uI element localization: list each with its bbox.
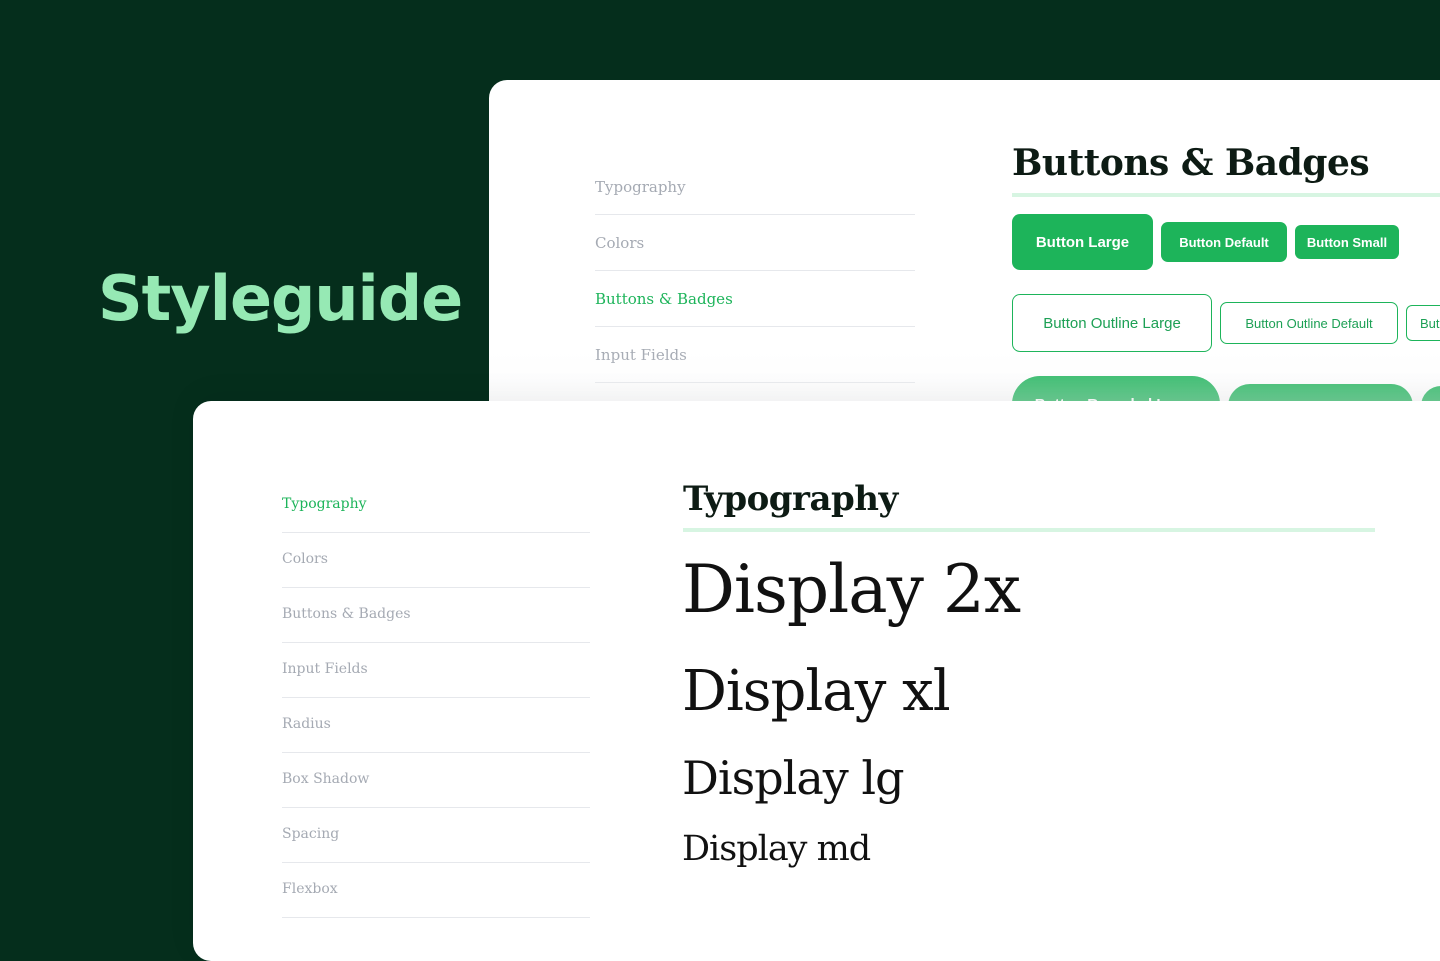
- button-large[interactable]: Button Large: [1012, 214, 1153, 270]
- button-small[interactable]: Button Small: [1295, 225, 1399, 259]
- section-divider: [683, 528, 1375, 532]
- display-xl-sample: Display xl: [682, 659, 951, 724]
- nav-item-typography[interactable]: Typography: [282, 478, 590, 533]
- styleguide-title: Styleguide: [98, 262, 463, 335]
- button-outline-default[interactable]: Button Outline Default: [1220, 302, 1398, 344]
- button-outline-small[interactable]: But: [1406, 305, 1440, 341]
- nav-item-box-shadow[interactable]: Box Shadow: [282, 753, 590, 808]
- section-divider: [1012, 193, 1440, 197]
- nav-item-input-fields[interactable]: Input Fields: [595, 327, 915, 383]
- nav-item-spacing[interactable]: Spacing: [282, 808, 590, 863]
- display-2x-sample: Display 2x: [682, 551, 1021, 628]
- section-title-typography: Typography: [683, 479, 898, 519]
- nav-item-colors[interactable]: Colors: [595, 215, 915, 271]
- front-card-nav: Typography Colors Buttons & Badges Input…: [282, 478, 590, 918]
- nav-item-typography[interactable]: Typography: [595, 159, 915, 215]
- nav-item-flexbox[interactable]: Flexbox: [282, 863, 590, 918]
- button-outline-large[interactable]: Button Outline Large: [1012, 294, 1212, 352]
- display-md-sample: Display md: [682, 829, 871, 869]
- nav-item-input-fields[interactable]: Input Fields: [282, 643, 590, 698]
- nav-item-buttons-badges[interactable]: Buttons & Badges: [282, 588, 590, 643]
- nav-item-radius[interactable]: Radius: [282, 698, 590, 753]
- section-title-buttons-badges: Buttons & Badges: [1012, 142, 1370, 184]
- back-card-nav: Typography Colors Buttons & Badges Input…: [595, 159, 915, 383]
- nav-item-buttons-badges[interactable]: Buttons & Badges: [595, 271, 915, 327]
- display-lg-sample: Display lg: [682, 751, 905, 805]
- button-default[interactable]: Button Default: [1161, 222, 1287, 262]
- typography-card: Typography Colors Buttons & Badges Input…: [193, 401, 1440, 961]
- nav-item-colors[interactable]: Colors: [282, 533, 590, 588]
